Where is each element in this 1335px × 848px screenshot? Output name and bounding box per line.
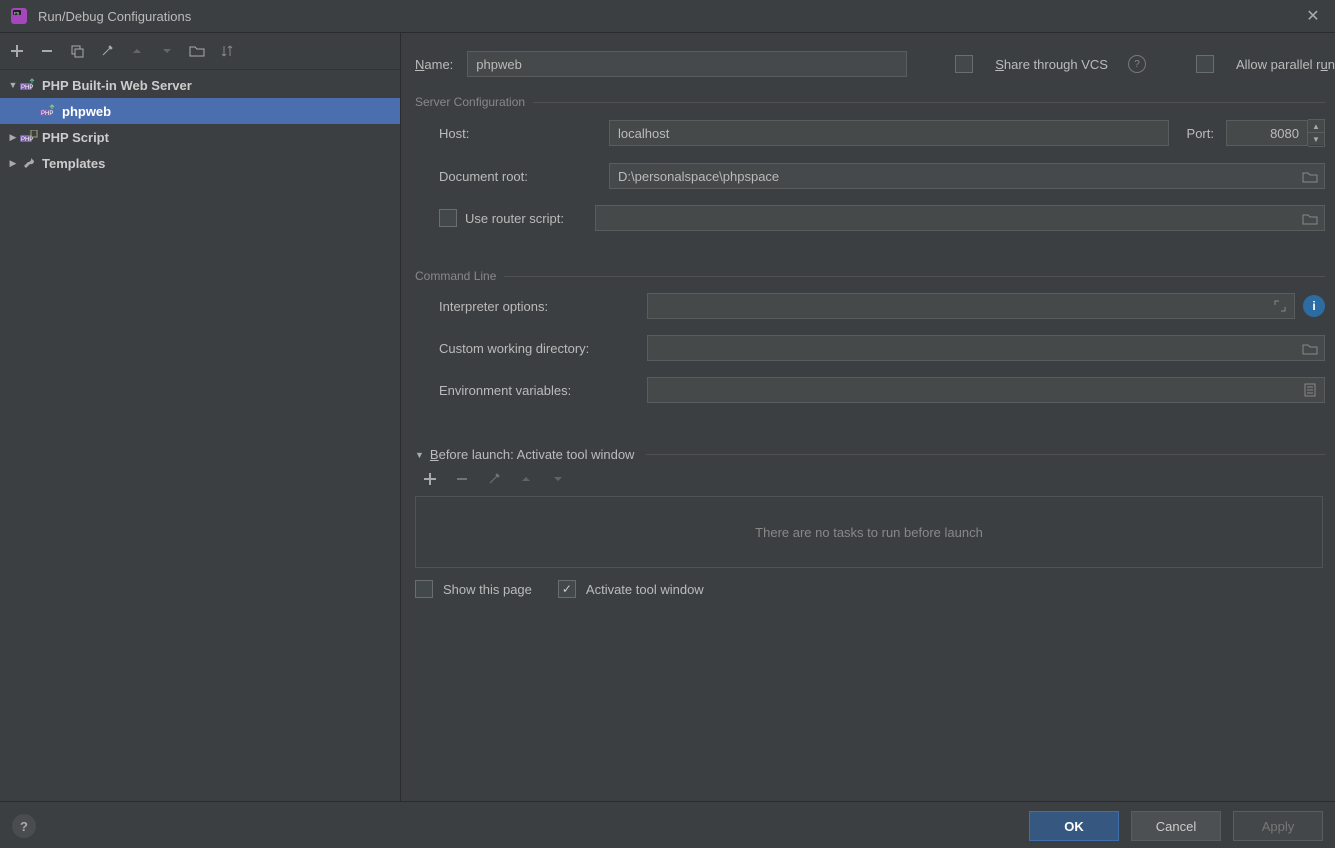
bl-edit-icon[interactable] <box>483 468 505 490</box>
tree-arrow-icon: ▶ <box>6 158 20 169</box>
browse-folder-icon[interactable] <box>1301 167 1319 185</box>
bl-remove-icon[interactable] <box>451 468 473 490</box>
tree-item-php-script[interactable]: ▶ PHP PHP Script <box>0 124 400 150</box>
sidebar: ▼ PHP PHP Built-in Web Server PHP phpweb… <box>0 33 401 801</box>
allow-parallel-label: Allow parallel run <box>1236 57 1335 72</box>
share-vcs-checkbox[interactable] <box>955 55 973 73</box>
command-line-title: Command Line <box>415 269 496 283</box>
router-checkbox[interactable] <box>439 209 457 227</box>
router-label: Use router script: <box>465 211 595 226</box>
svg-text:PS: PS <box>14 11 20 16</box>
php-script-icon: PHP <box>20 129 38 145</box>
interp-input[interactable] <box>647 293 1295 319</box>
bl-up-icon[interactable] <box>515 468 537 490</box>
host-label: Host: <box>415 126 609 141</box>
move-up-icon[interactable] <box>126 40 148 62</box>
port-label: Port: <box>1187 126 1214 141</box>
port-up-icon[interactable]: ▲ <box>1308 120 1324 132</box>
apply-button: Apply <box>1233 811 1323 841</box>
before-launch-empty: There are no tasks to run before launch <box>415 496 1323 568</box>
tree-arrow-icon: ▶ <box>6 132 20 143</box>
copy-config-icon[interactable] <box>66 40 88 62</box>
name-label: Name: <box>415 57 453 72</box>
before-launch-toolbar <box>415 462 1325 496</box>
browse-folder-icon[interactable] <box>1301 209 1319 227</box>
help-vcs-icon[interactable]: ? <box>1128 55 1146 73</box>
remove-config-icon[interactable] <box>36 40 58 62</box>
svg-text:PHP: PHP <box>21 137 33 143</box>
before-launch-section: ▼ Before launch: Activate tool window Th… <box>415 441 1325 598</box>
show-page-checkbox[interactable] <box>415 580 433 598</box>
interp-label: Interpreter options: <box>415 299 647 314</box>
svg-text:PHP: PHP <box>21 85 33 91</box>
ok-button[interactable]: OK <box>1029 811 1119 841</box>
allow-parallel-checkbox[interactable] <box>1196 55 1214 73</box>
php-server-icon: PHP <box>40 103 58 119</box>
collapse-arrow-icon[interactable]: ▼ <box>415 450 424 460</box>
tree-label: phpweb <box>62 104 111 119</box>
tree-arrow-icon: ▼ <box>6 80 20 90</box>
docroot-input[interactable] <box>609 163 1325 189</box>
port-down-icon[interactable]: ▼ <box>1308 132 1324 145</box>
cancel-button[interactable]: Cancel <box>1131 811 1221 841</box>
cwd-label: Custom working directory: <box>415 341 647 356</box>
cwd-input[interactable] <box>647 335 1325 361</box>
dialog-footer: ? OK Cancel Apply <box>0 801 1335 848</box>
main-panel: Name: Share through VCS ? Allow parallel… <box>401 33 1335 801</box>
config-tree: ▼ PHP PHP Built-in Web Server PHP phpweb… <box>0 70 400 801</box>
tree-item-phpweb[interactable]: PHP phpweb <box>0 98 400 124</box>
show-page-label: Show this page <box>443 582 532 597</box>
php-server-icon: PHP <box>20 77 38 93</box>
sidebar-toolbar <box>0 33 400 70</box>
server-config-title: Server Configuration <box>415 95 525 109</box>
share-vcs-label: Share through VCS <box>995 57 1108 72</box>
tree-item-php-builtin[interactable]: ▼ PHP PHP Built-in Web Server <box>0 72 400 98</box>
window-title: Run/Debug Configurations <box>38 9 1301 24</box>
sort-icon[interactable] <box>216 40 238 62</box>
port-input[interactable] <box>1226 120 1308 146</box>
docroot-label: Document root: <box>415 169 609 184</box>
name-input[interactable] <box>467 51 907 77</box>
server-config-section: Server Configuration Host: Port: ▲▼ Docu… <box>415 95 1325 247</box>
activate-tool-label: Activate tool window <box>586 582 704 597</box>
before-launch-empty-text: There are no tasks to run before launch <box>755 525 983 540</box>
settings-icon[interactable] <box>96 40 118 62</box>
svg-text:PHP: PHP <box>41 111 53 117</box>
titlebar: PS Run/Debug Configurations ✕ <box>0 0 1335 33</box>
move-down-icon[interactable] <box>156 40 178 62</box>
host-input[interactable] <box>609 120 1169 146</box>
activate-tool-checkbox[interactable] <box>558 580 576 598</box>
bl-down-icon[interactable] <box>547 468 569 490</box>
before-launch-title: Before launch: Activate tool window <box>430 447 635 462</box>
app-icon: PS <box>10 7 28 25</box>
port-spinner[interactable]: ▲▼ <box>1226 119 1325 147</box>
tree-item-templates[interactable]: ▶ Templates <box>0 150 400 176</box>
wrench-icon <box>20 155 38 171</box>
expand-icon[interactable] <box>1271 297 1289 315</box>
folder-icon[interactable] <box>186 40 208 62</box>
add-config-icon[interactable] <box>6 40 28 62</box>
help-button[interactable]: ? <box>12 814 36 838</box>
env-label: Environment variables: <box>415 383 647 398</box>
bl-add-icon[interactable] <box>419 468 441 490</box>
info-icon[interactable]: i <box>1303 295 1325 317</box>
tree-label: Templates <box>42 156 105 171</box>
command-line-section: Command Line Interpreter options: i Cust… <box>415 269 1325 419</box>
tree-label: PHP Script <box>42 130 109 145</box>
browse-folder-icon[interactable] <box>1301 339 1319 357</box>
list-edit-icon[interactable] <box>1301 381 1319 399</box>
env-input[interactable] <box>647 377 1325 403</box>
tree-label: PHP Built-in Web Server <box>42 78 192 93</box>
router-input[interactable] <box>595 205 1325 231</box>
close-icon[interactable]: ✕ <box>1301 6 1325 26</box>
